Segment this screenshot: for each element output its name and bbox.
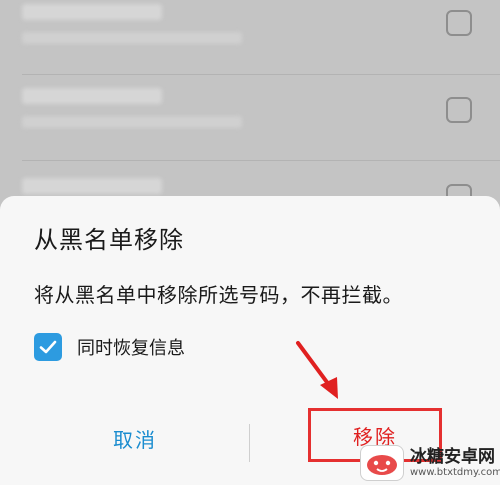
blurred-number (22, 88, 162, 104)
row-checkbox[interactable] (446, 10, 472, 36)
blocked-number-list (0, 0, 500, 210)
checkmark-icon (39, 340, 57, 354)
list-item (0, 62, 500, 146)
watermark: 冰糖安卓网 www.btxtdmy.com (360, 440, 500, 485)
annotation-arrow-icon (296, 341, 338, 399)
restore-messages-label: 同时恢复信息 (77, 338, 185, 359)
watermark-logo-icon (360, 444, 404, 481)
button-separator (249, 424, 250, 462)
dialog-message: 将从黑名单中移除所选号码，不再拦截。 (34, 283, 403, 307)
blurred-number (22, 4, 162, 20)
watermark-name: 冰糖安卓网 (410, 446, 495, 467)
restore-messages-option[interactable]: 同时恢复信息 (34, 332, 185, 362)
row-checkbox[interactable] (446, 97, 472, 123)
blurred-detail (22, 32, 242, 44)
watermark-url: www.btxtdmy.com (410, 466, 500, 478)
blurred-detail (22, 116, 242, 128)
cancel-button[interactable]: 取消 (30, 408, 240, 468)
restore-messages-checkbox[interactable] (34, 333, 62, 361)
blurred-number (22, 178, 162, 194)
dialog-title: 从黑名单移除 (34, 226, 184, 254)
list-item (0, 0, 500, 60)
